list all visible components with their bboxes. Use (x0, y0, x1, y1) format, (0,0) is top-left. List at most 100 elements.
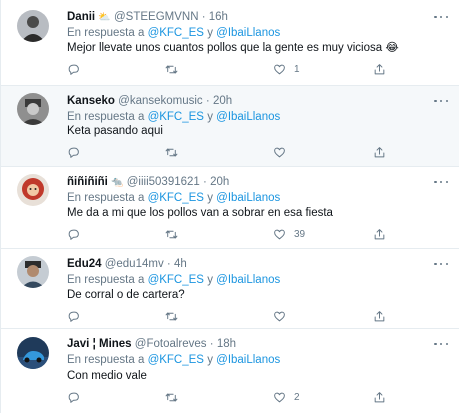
reply-prefix: En respuesta a (67, 192, 145, 204)
tweet-time[interactable]: 18h (217, 338, 236, 350)
reply-icon (68, 64, 79, 75)
reply-context: En respuesta a @KFC_ES y @IbaiLlanos (67, 110, 280, 124)
author-handle[interactable]: @Fotoalreves (135, 338, 207, 350)
avatar[interactable] (17, 174, 49, 206)
share-button[interactable] (373, 227, 386, 241)
tweet-actions (67, 145, 397, 159)
reply-button[interactable] (67, 62, 80, 76)
more-options-icon[interactable] (434, 339, 448, 349)
tweet[interactable]: Edu24 @edu14mv · 4h En respuesta a @KFC_… (1, 249, 459, 329)
share-icon (374, 146, 385, 157)
retweet-button[interactable] (165, 390, 178, 404)
mention-link[interactable]: @KFC_ES (148, 192, 204, 204)
author-name[interactable]: Edu24 (67, 258, 102, 270)
mention-link[interactable]: @KFC_ES (148, 354, 204, 366)
tweet-text: De corral o de cartera? (67, 289, 185, 301)
reply-context: En respuesta a @KFC_ES y @IbaiLlanos (67, 191, 280, 205)
replies-feed: Danii ⛅ @STEEGMVNN · 16h En respuesta a … (0, 0, 459, 413)
mention-link[interactable]: @IbaiLlanos (216, 27, 280, 39)
avatar[interactable] (17, 93, 49, 125)
like-button[interactable]: 1 (273, 62, 300, 76)
avatar[interactable] (17, 10, 49, 42)
separator-dot: · (205, 95, 210, 107)
share-icon (374, 63, 385, 74)
reply-icon (68, 147, 79, 158)
mention-link[interactable]: @IbaiLlanos (216, 274, 280, 286)
separator-dot: · (201, 11, 206, 23)
reply-and: y (207, 111, 213, 123)
reply-context: En respuesta a @KFC_ES y @IbaiLlanos (67, 26, 280, 40)
mention-link[interactable]: @KFC_ES (148, 274, 204, 286)
retweet-icon (165, 311, 178, 321)
tweet-time[interactable]: 16h (209, 11, 228, 23)
retweet-icon (165, 229, 178, 239)
more-options-icon[interactable] (434, 177, 448, 187)
author-handle[interactable]: @edu14mv (105, 258, 164, 270)
reply-icon (68, 392, 79, 403)
share-icon (374, 228, 385, 239)
heart-icon (274, 392, 285, 402)
share-button[interactable] (373, 62, 386, 76)
reply-icon (68, 311, 79, 322)
tweet-text: Keta pasando aqui (67, 125, 163, 137)
tweet[interactable]: ñiñiñiñi 🐀 @iiii50391621 · 20h En respue… (1, 167, 459, 249)
like-count: 39 (294, 228, 306, 240)
tweet-actions: 2 (67, 390, 397, 404)
share-button[interactable] (373, 390, 386, 404)
reply-and: y (207, 192, 213, 204)
like-button[interactable] (273, 309, 294, 323)
mention-link[interactable]: @KFC_ES (148, 27, 204, 39)
author-handle[interactable]: @kansekomusic (118, 95, 203, 107)
tweet-actions: 39 (67, 227, 397, 241)
tweet-time[interactable]: 20h (210, 176, 229, 188)
reply-context: En respuesta a @KFC_ES y @IbaiLlanos (67, 353, 280, 367)
avatar[interactable] (17, 256, 49, 288)
mention-link[interactable]: @IbaiLlanos (216, 354, 280, 366)
retweet-button[interactable] (165, 227, 178, 241)
reply-and: y (207, 274, 213, 286)
mention-link[interactable]: @KFC_ES (148, 111, 204, 123)
retweet-button[interactable] (165, 62, 178, 76)
reply-button[interactable] (67, 145, 80, 159)
author-handle[interactable]: @iiii50391621 (127, 176, 200, 188)
author-handle[interactable]: @STEEGMVNN (114, 11, 199, 23)
like-button[interactable]: 39 (273, 227, 305, 241)
reply-button[interactable] (67, 390, 80, 404)
reply-and: y (207, 354, 213, 366)
like-button[interactable]: 2 (273, 390, 300, 404)
tweet[interactable]: Kanseko @kansekomusic · 20h En respuesta… (1, 86, 459, 167)
mention-link[interactable]: @IbaiLlanos (216, 111, 280, 123)
reply-prefix: En respuesta a (67, 274, 145, 286)
more-options-icon[interactable] (434, 12, 448, 22)
tweet-header: Javi ¦ Mines @Fotoalreves · 18h (67, 337, 428, 351)
tweet-time[interactable]: 20h (213, 95, 232, 107)
author-name[interactable]: Danii (67, 11, 95, 23)
retweet-icon (165, 64, 178, 74)
tweet[interactable]: Javi ¦ Mines @Fotoalreves · 18h En respu… (1, 329, 459, 413)
like-button[interactable] (273, 145, 294, 159)
author-name[interactable]: Kanseko (67, 95, 115, 107)
more-options-icon[interactable] (434, 96, 448, 106)
retweet-icon (165, 392, 178, 402)
reply-button[interactable] (67, 309, 80, 323)
reply-button[interactable] (67, 227, 80, 241)
author-name[interactable]: Javi ¦ Mines (67, 338, 132, 350)
author-name[interactable]: ñiñiñiñi (67, 176, 108, 188)
tweet-time[interactable]: 4h (174, 258, 187, 270)
share-button[interactable] (373, 145, 386, 159)
like-count: 2 (294, 391, 300, 403)
share-button[interactable] (373, 309, 386, 323)
reply-and: y (207, 27, 213, 39)
retweet-button[interactable] (165, 309, 178, 323)
separator-dot: · (203, 176, 207, 188)
separator-dot: · (209, 338, 214, 350)
tweet-actions: 1 (67, 62, 397, 76)
retweet-button[interactable] (165, 145, 178, 159)
mention-link[interactable]: @IbaiLlanos (216, 192, 280, 204)
tweet-text: Me da a mi que los pollos van a sobrar e… (67, 207, 333, 219)
heart-icon (274, 229, 285, 239)
more-options-icon[interactable] (434, 259, 448, 269)
avatar[interactable] (17, 337, 49, 369)
tweet[interactable]: Danii ⛅ @STEEGMVNN · 16h En respuesta a … (1, 0, 459, 86)
share-icon (374, 391, 385, 402)
